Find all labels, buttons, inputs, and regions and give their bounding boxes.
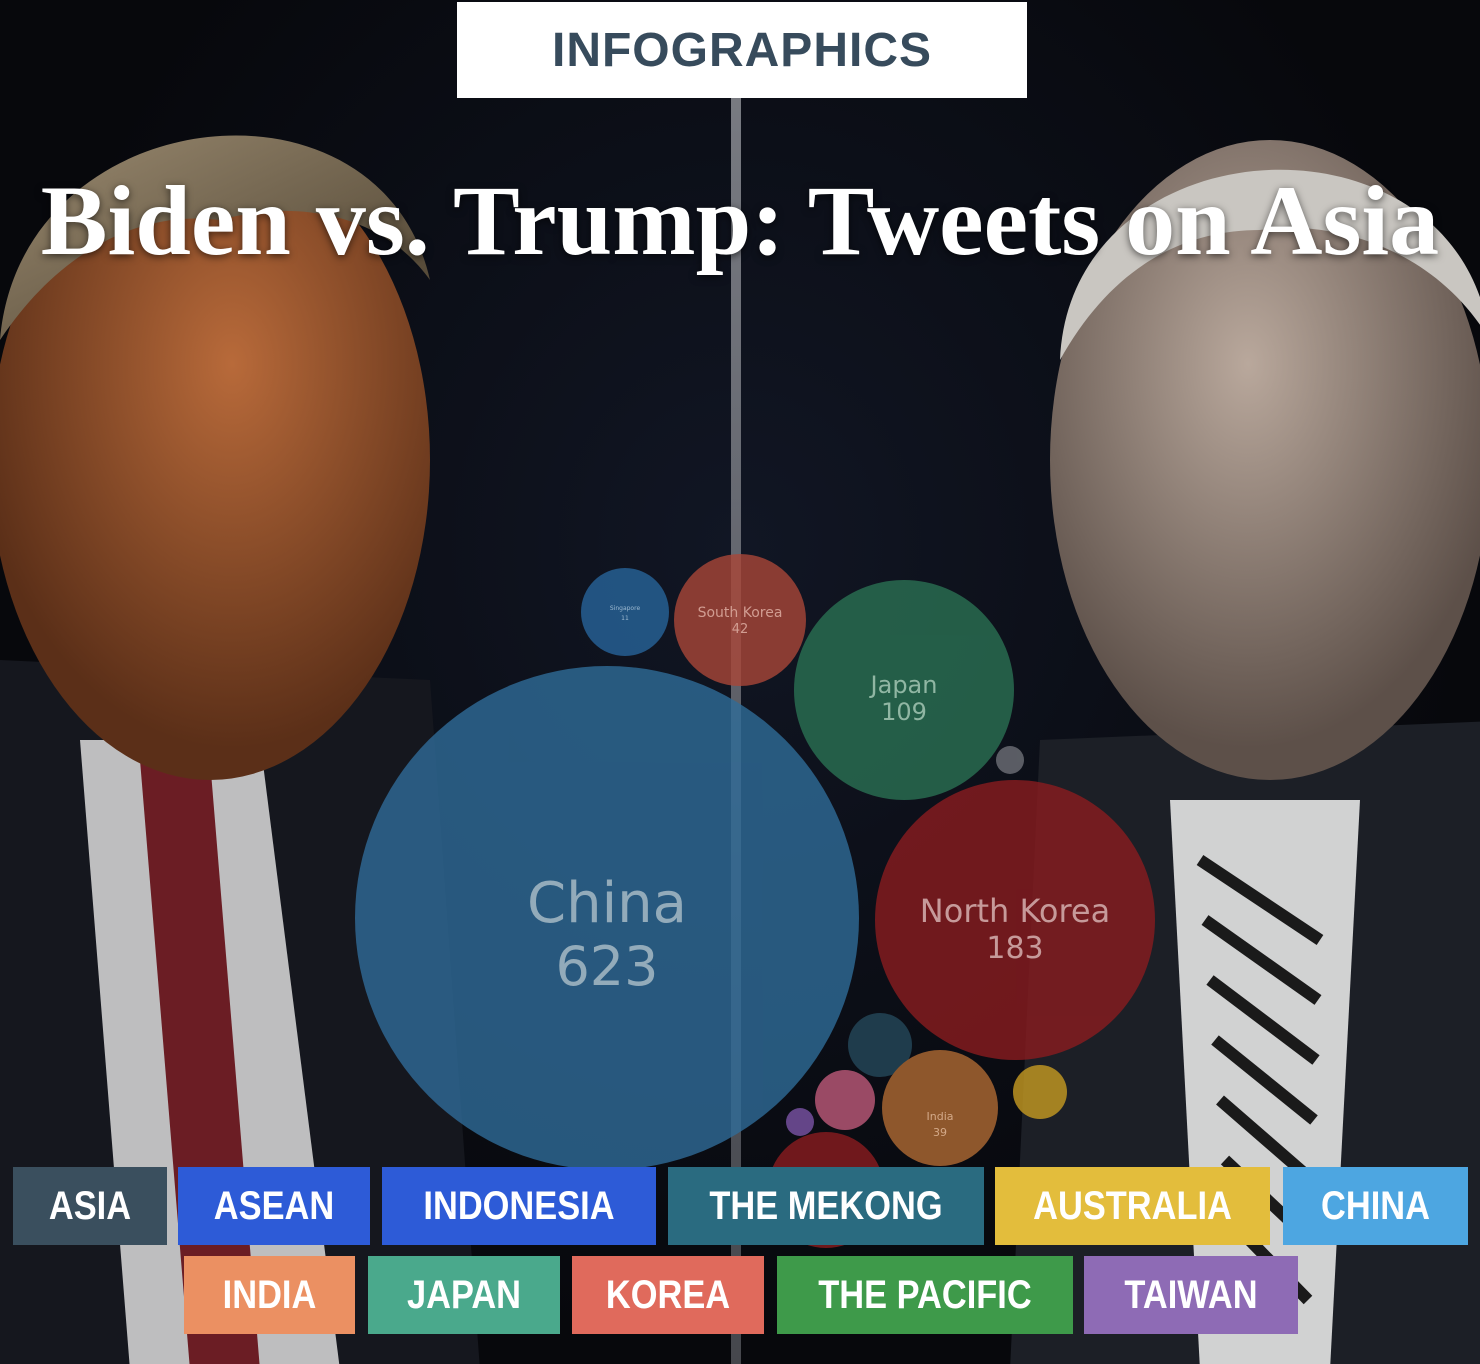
hero-banner: China 623 North Korea 183 Japan 109 Sout…: [0, 0, 1480, 1364]
bubble-label-north-korea-value: 183: [986, 931, 1043, 966]
bubble-japan: [794, 580, 1014, 800]
bubble-label-india-value: 39: [933, 1126, 947, 1139]
bubble-india: [882, 1050, 998, 1166]
bubble-label-india-name: India: [927, 1110, 954, 1123]
bubble-small-purple: [786, 1108, 814, 1136]
tag-korea-label: KOREA: [605, 1272, 731, 1317]
tag-japan-label: JAPAN: [406, 1272, 522, 1317]
bubble-iran: [1013, 1065, 1067, 1119]
bubble-small-grey: [996, 746, 1024, 774]
bubble-label-japan-value: 109: [881, 698, 927, 726]
bubble-label-singapore-value: 11: [621, 615, 629, 622]
tag-taiwan-label: TAIWAN: [1124, 1272, 1258, 1317]
infographics-badge[interactable]: INFOGRAPHICS: [457, 2, 1027, 98]
bubble-label-north-korea-name: North Korea: [920, 892, 1110, 930]
tag-row-2: INDIA JAPAN KOREA THE PACIFIC TAIWAN: [0, 1256, 1480, 1334]
bubble-label-china-value: 623: [555, 935, 658, 998]
bubble-label-singapore-name: Singapore: [610, 605, 641, 612]
tag-the-pacific-label: THE PACIFIC: [818, 1272, 1032, 1317]
tag-australia-label: AUSTRALIA: [1033, 1183, 1232, 1228]
infographics-label: INFOGRAPHICS: [551, 23, 932, 77]
tag-the-mekong-label: THE MEKONG: [709, 1183, 943, 1228]
bubble-singapore: [581, 568, 669, 656]
bubble-north-korea: [875, 780, 1155, 1060]
tag-india-label: INDIA: [222, 1272, 317, 1317]
bubble-label-china-name: China: [527, 871, 687, 936]
bubble-asia: [848, 1013, 912, 1077]
tag-asia-label: ASIA: [48, 1183, 132, 1228]
bubble-china: [355, 666, 859, 1170]
bubble-vietnam: [815, 1070, 875, 1130]
tag-row-1: ASIA ASEAN INDONESIA THE MEKONG AUSTRALI…: [0, 1167, 1480, 1245]
bubble-label-japan-name: Japan: [869, 671, 938, 699]
tag-indonesia-label: INDONESIA: [423, 1183, 615, 1228]
tag-china-label: CHINA: [1321, 1183, 1430, 1228]
page-title: Biden vs. Trump: Tweets on Asia: [40, 165, 1440, 276]
tag-asean-label: ASEAN: [213, 1183, 335, 1228]
